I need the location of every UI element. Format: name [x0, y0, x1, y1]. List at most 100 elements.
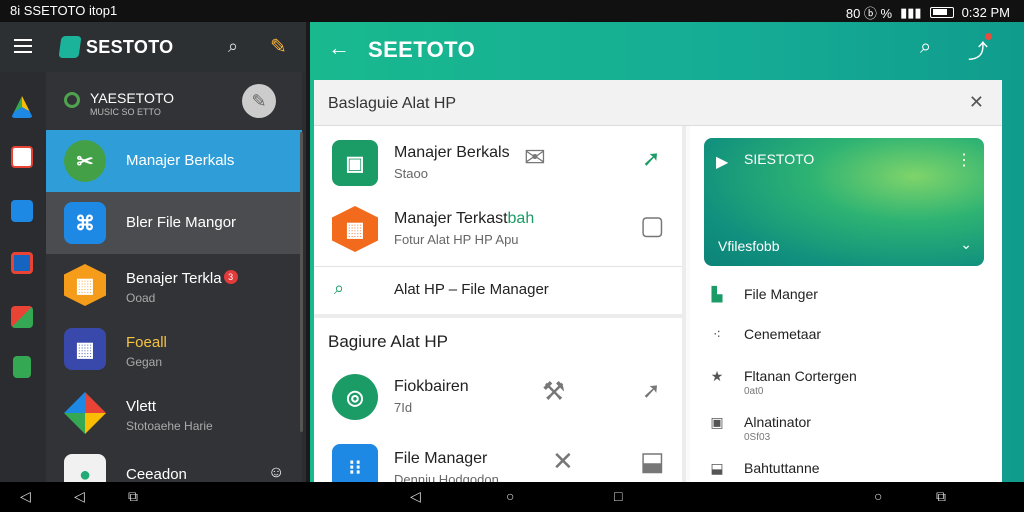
share-icon[interactable]: ⤴ [968, 33, 992, 64]
status-icons: 80 ⓑ % [845, 6, 893, 21]
dialog-panel: Baslaguie Alat HP ✕ ▣ Manajer Berkals St… [314, 80, 1002, 490]
dots-icon: ⁖ [712, 326, 722, 342]
grid-app-icon: ▦ [64, 328, 106, 370]
card-footer: Vfilesfobb [718, 238, 780, 254]
nav-item-label: Foeall [126, 334, 167, 351]
store-icon[interactable] [11, 146, 33, 168]
list-item-title: File Manager [394, 450, 488, 467]
status-left-text: 8i SSETOTO itop1 [10, 3, 118, 18]
image-icon: ▣ [710, 414, 724, 430]
system-nav-bar: ◁ ◁ ⧉ ◁ ○ □ ○ ⧉ [0, 482, 1024, 512]
back-icon[interactable]: ◁ [74, 488, 85, 505]
list-item[interactable]: ▦ Manajer Terkastbah Fotur Alat HP HP Ap… [314, 198, 682, 262]
status-time: 0:32 PM [961, 5, 1010, 20]
search-result-label: Alat HP – File Manager [394, 281, 549, 298]
hamburger-menu-icon[interactable] [14, 39, 32, 53]
search-icon[interactable]: ⌕ [920, 36, 931, 59]
list-item[interactable]: ⁝⁝ File Manager Denniu Hodgodon ✕ ⬓ [314, 438, 682, 490]
nav-item-bler-file-mangor[interactable]: ⌘ Bler File Mangor [46, 192, 302, 254]
recents-icon[interactable]: ⧉ [128, 488, 138, 505]
nav-item-vlett[interactable]: Vlett Stotoaehe Harie [46, 382, 302, 444]
folder-icon: ▙ [711, 286, 723, 302]
chevron-down-icon[interactable]: ⌄ [960, 236, 972, 253]
close-icon[interactable]: ✕ [969, 92, 984, 113]
list-item[interactable]: ◎ Fiokbairen 7Id ⚒ ➚ [314, 366, 682, 430]
tool-icon[interactable]: ⚒ [542, 376, 565, 407]
search-icon[interactable]: ⌕ [228, 36, 238, 57]
hex-app-icon: ▦ [64, 264, 106, 306]
app-logo-icon [58, 36, 82, 58]
dialog-left-column: ▣ Manajer Berkals Staoo ✉ ➚ ▦ Manajer Te… [314, 126, 686, 490]
nav-item-manajer-berkals[interactable]: ✂ Manajer Berkals [46, 130, 302, 192]
notification-dot [985, 33, 992, 40]
hex-app-icon: ▦ [332, 206, 378, 252]
nav-item-label: Vlett [126, 398, 157, 415]
mail-icon[interactable] [11, 200, 33, 222]
list-item-title: Manajer Terkastbah [394, 210, 535, 227]
home-icon[interactable]: ○ [874, 488, 882, 504]
side-item-label: File Manger [744, 286, 818, 302]
recents-icon[interactable]: ⧉ [936, 488, 946, 505]
layers-icon[interactable]: ⬓ [640, 446, 665, 477]
user-icon[interactable]: ☺ [268, 464, 284, 482]
account-sub: MUSIC SO ETTO [90, 107, 161, 117]
side-list-item[interactable]: ⬓ Bahtuttanne [704, 458, 984, 482]
signal-icon: ▮▮▮ [900, 4, 922, 20]
side-item-label: Fltanan Cortergen [744, 368, 857, 384]
more-vert-icon[interactable]: ⋮ [956, 150, 972, 170]
side-list-item[interactable]: ▙ File Manger [704, 284, 984, 314]
calendar-icon[interactable] [11, 252, 33, 274]
side-item-label: Alnatinator [744, 414, 811, 430]
folder-icon: ⌘ [64, 202, 106, 244]
nav-item-benajer-terkla[interactable]: ▦ Benajer Terkla 3 Ooad [46, 254, 302, 316]
square-icon[interactable]: ▢ [640, 210, 665, 241]
nav-item-label: Ceeadon [126, 466, 187, 483]
nav-item-foeall[interactable]: ▦ Foeall Gegan [46, 318, 302, 380]
star-icon: ★ [710, 368, 724, 384]
search-icon: ⌕ [334, 278, 345, 298]
back-icon[interactable]: ◁ [20, 488, 31, 505]
back-arrow-icon[interactable]: ← [328, 35, 350, 61]
file-manager-app-icon: ▣ [332, 140, 378, 186]
account-row[interactable]: YAESETOTO MUSIC SO ETTO ✎ [46, 72, 302, 130]
home-icon[interactable]: ○ [506, 488, 514, 504]
side-item-sub: 0at0 [744, 386, 764, 397]
left-nav-list: YAESETOTO MUSIC SO ETTO ✎ ✂ Manajer Berk… [46, 72, 302, 496]
edit-icon[interactable]: ✎ [270, 34, 287, 59]
left-scrollbar[interactable] [300, 132, 303, 432]
nav-item-sub: Gegan [126, 355, 163, 369]
list-item-sub: 7Id [394, 400, 413, 415]
list-item[interactable]: ▣ Manajer Berkals Staoo ✉ ➚ [314, 132, 682, 196]
left-toolbar: SESTOTO ⌕ ✎ [0, 22, 306, 72]
account-name: YAESETOTO [90, 90, 175, 106]
divider [314, 314, 682, 318]
camera-app-icon: ◎ [332, 374, 378, 420]
side-item-label: Bahtuttanne [744, 460, 820, 476]
side-list-item[interactable]: ★ Fltanan Cortergen 0at0 [704, 366, 984, 402]
arrow-up-right-icon[interactable]: ➚ [642, 146, 660, 172]
play-icon: ▶ [716, 154, 729, 171]
right-app-title: SEETOTO [368, 37, 476, 62]
drive-icon[interactable] [11, 96, 33, 118]
feature-card[interactable]: ▶ SIESTOTO ⋮ Vfilesfobb ⌄ [704, 138, 984, 266]
side-list-item[interactable]: ▣ Alnatinator 0Sf03 [704, 412, 984, 448]
side-list-item[interactable]: ⁖ Cenemetaar [704, 324, 984, 354]
file-manager-icon: ✂ [64, 140, 106, 182]
tools-icon[interactable] [11, 306, 33, 328]
arrow-up-right-icon[interactable]: ➚ [642, 378, 660, 404]
search-result-row[interactable]: ⌕ Alat HP – File Manager [314, 272, 682, 312]
right-toolbar: ← SEETOTO ⌕ ⤴ [310, 22, 1024, 78]
sheets-icon[interactable] [13, 356, 31, 378]
side-rail [0, 72, 46, 482]
back-icon[interactable]: ◁ [410, 488, 421, 505]
nav-item-sub: Stotoaehe Harie [126, 419, 213, 433]
dialog-header: Baslaguie Alat HP ✕ [314, 80, 1002, 126]
nav-item-label: Bler File Mangor [126, 214, 237, 231]
recents-icon[interactable]: □ [614, 488, 622, 504]
avatar[interactable]: ✎ [242, 84, 276, 118]
nav-item-label: Manajer Berkals [126, 152, 235, 169]
mail-icon[interactable]: ✉ [524, 142, 546, 173]
side-item-sub: 0Sf03 [744, 432, 771, 443]
media-app-icon [64, 392, 106, 434]
tools-icon[interactable]: ✕ [552, 446, 574, 477]
